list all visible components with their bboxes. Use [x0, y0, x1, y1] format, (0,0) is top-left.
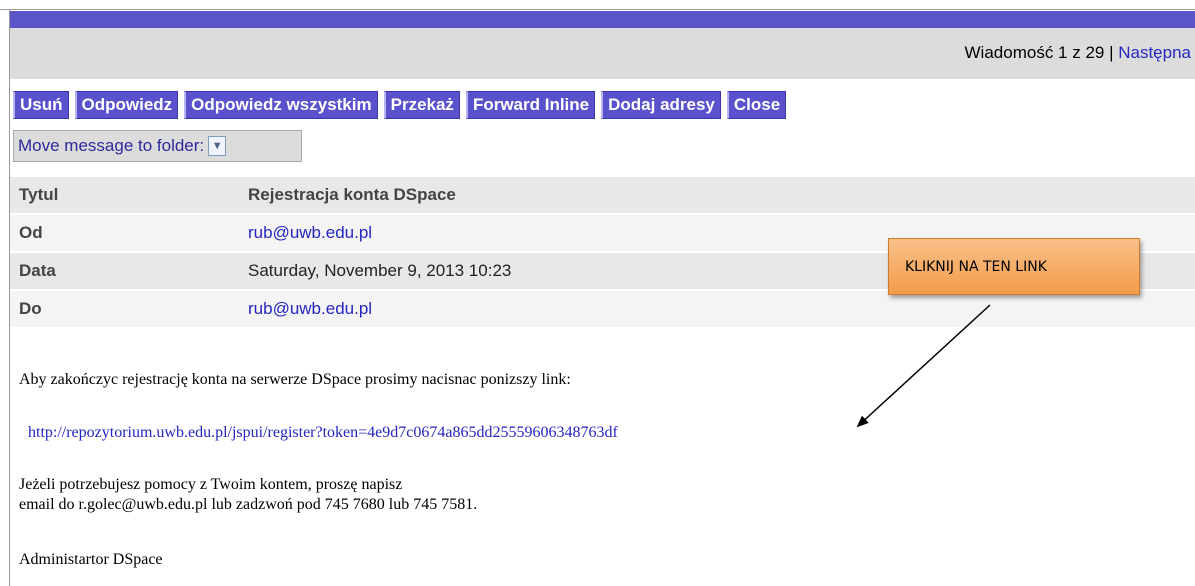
header-bar [10, 11, 1195, 28]
forward-button[interactable]: Przekaż [383, 91, 460, 119]
message-navigation-bar: Wiadomość 1 z 29 | Następna [10, 28, 1195, 79]
header-row-subject: Tytul Rejestracja konta DSpace [10, 177, 1195, 215]
header-row-to: Do rub@uwb.edu.pl [10, 291, 1195, 329]
reply-all-button[interactable]: Odpowiedz wszystkim [184, 91, 378, 119]
move-to-folder-label: Move message to folder: [18, 136, 205, 155]
registration-link[interactable]: http://repozytorium.uwb.edu.pl/jspui/reg… [28, 423, 618, 443]
next-message-link[interactable]: Następna [1118, 43, 1191, 62]
help-text-line-2: email do r.golec@uwb.edu.pl lub zadzwoń … [19, 496, 478, 513]
action-buttons: Usuń Odpowiedz Odpowiedz wszystkim Przek… [13, 91, 792, 119]
header-label: Od [19, 223, 43, 242]
window-top-edge [0, 0, 1195, 10]
close-button[interactable]: Close [726, 91, 787, 119]
move-to-folder-control: Move message to folder: ▼ [13, 130, 302, 162]
subject-value: Rejestracja konta DSpace [248, 185, 456, 204]
intro-text: Aby zakończyc rejestrację konta na serwe… [19, 371, 571, 388]
header-label: Tytul [19, 185, 59, 204]
from-address-link[interactable]: rub@uwb.edu.pl [248, 223, 372, 243]
message-counter-text: Wiadomość 1 z 29 | [964, 43, 1119, 62]
signature: Administartor DSpace [19, 551, 163, 568]
forward-inline-button[interactable]: Forward Inline [465, 91, 596, 119]
add-addresses-button[interactable]: Dodaj adresy [601, 91, 721, 119]
to-address-link[interactable]: rub@uwb.edu.pl [248, 299, 372, 319]
date-value: Saturday, November 9, 2013 10:23 [248, 261, 512, 280]
header-label: Do [19, 299, 42, 318]
chevron-down-icon[interactable]: ▼ [208, 136, 227, 156]
reply-button[interactable]: Odpowiedz [74, 91, 179, 119]
help-text-line-1: Jeżeli potrzebujesz pomocy z Twoim konte… [19, 476, 403, 493]
message-counter: Wiadomość 1 z 29 | Następna [965, 43, 1191, 63]
header-label: Data [19, 261, 56, 280]
annotation-callout: KLIKNIJ NA TEN LINK [888, 238, 1140, 295]
callout-text: KLIKNIJ NA TEN LINK [905, 258, 1047, 275]
delete-button[interactable]: Usuń [13, 91, 69, 119]
message-toolbar: Usuń Odpowiedz Odpowiedz wszystkim Przek… [10, 79, 1195, 169]
